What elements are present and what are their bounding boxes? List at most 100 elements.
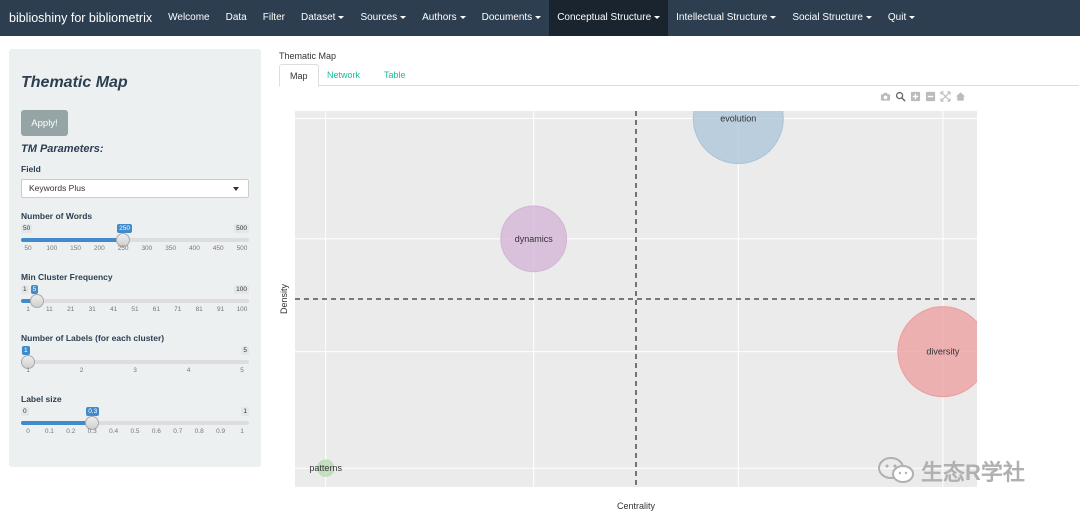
home-icon[interactable] [955,91,966,102]
chevron-down-icon [233,187,239,191]
slider-tick-label: 50 [24,245,32,252]
slider-tick-label: 81 [195,306,203,313]
nav-item-label: Data [225,12,247,23]
slider-track[interactable] [21,299,249,303]
caret-down-icon [770,16,777,19]
nav-item-label: Authors [422,12,457,23]
range-slider[interactable]: 15112345 [21,345,249,381]
nav-item-label: Filter [262,12,285,23]
slider-tick-label: 450 [212,245,224,252]
slider-tick-label: 61 [152,306,161,313]
nav-item-social-structure[interactable]: Social Structure [784,0,880,36]
nav-item-label: Conceptual Structure [557,12,652,23]
slider-tick-label: 91 [216,306,225,313]
params-heading: TM Parameters: [21,143,104,155]
slider-tick-label: 0.6 [151,428,161,435]
slider-fill [21,421,93,425]
nav-item-sources[interactable]: Sources [352,0,414,36]
nav-item-quit[interactable]: Quit [880,0,923,36]
range-slider[interactable]: 0 1 0.3 0 0.1 0.2 0.3 0.4 0.5 0.6 0.7 0.8 0.9 1 [21,406,249,442]
caret-down-icon [909,16,916,19]
tab-network[interactable]: Network [317,64,370,86]
tab-map[interactable]: Map [279,64,319,87]
page-title: Thematic Map [279,51,337,61]
slider-value-label: 250 [117,224,132,233]
sidebar-panel: Thematic Map Apply! TM Parameters: Field… [9,49,261,467]
slider-tick-label: 100 [46,245,58,252]
field-select[interactable]: Keywords Plus [21,179,249,198]
slider-tick-label: 5 [240,367,244,374]
caret-down-icon [535,16,542,19]
slider-tick-label: 3 [133,367,137,374]
watermark-text: 生态R学社 [921,460,1025,485]
slider-max-label: 1 [241,407,249,416]
nav-item-label: Social Structure [792,12,863,23]
nav-item-authors[interactable]: Authors [414,0,473,36]
nav-item-dataset[interactable]: Dataset [293,0,352,36]
slider-tick-label: 1 [240,428,244,435]
slider-label: Number of Labels (for each cluster) [21,333,165,343]
slider-tick-label: 51 [131,306,139,313]
slider-tick-label: 250 [117,245,129,252]
y-axis-title: Density [279,283,289,314]
nav-item-welcome[interactable]: Welcome [160,0,218,36]
slider-tick-label: 4 [186,367,191,374]
bubble-label: evolution [720,114,756,124]
slider-max-label: 500 [234,224,249,233]
bubble-label: diversity [926,347,960,357]
tab-bar: Map Network Table [279,64,1079,87]
caret-down-icon [865,16,872,19]
slider-min-label: 0 [21,407,29,416]
slider-tick-label: 0.7 [173,428,183,435]
slider-track[interactable] [21,360,249,364]
slider-ticks: 50 100 150 200 250 300 350 400 450 500 [21,245,249,255]
slider-tick-label: 150 [70,245,81,252]
slider-tick-label: 300 [141,245,153,252]
autoscale-icon[interactable] [940,90,951,102]
zoom-out-icon[interactable] [925,91,936,102]
nav-item-label: Intellectual Structure [676,12,768,23]
zoom-icon[interactable] [895,91,906,102]
caret-down-icon [459,16,466,19]
slider-label: Number of Words [21,211,93,221]
range-slider[interactable]: 50 500 250 50 100 150 200 250 300 350 400 450 500 [21,223,249,259]
slider-tick-label: 0.5 [130,428,140,435]
slider-tick-label: 31 [88,306,96,313]
caret-down-icon [654,16,661,19]
caret-down-icon [338,16,345,19]
slider-tick-label: 350 [165,245,177,252]
nav-item-conceptual-structure[interactable]: Conceptual Structure [549,0,669,36]
slider-tick-label: 0 [26,428,30,435]
slider-tick-label: 0.3 [87,428,97,435]
nav-item-label: Documents [481,12,533,23]
nav-item-intellectual-structure[interactable]: Intellectual Structure [668,0,784,36]
top-navbar: biblioshiny for bibliometrix Welcome Data… [0,0,1080,36]
slider-min-label: 1 [21,285,29,294]
nav-item-data[interactable]: Data [218,0,255,36]
field-label: Field [21,164,41,174]
zoom-in-icon[interactable] [910,91,921,102]
nav-item-documents[interactable]: Documents [474,0,550,36]
slider-tick-label: 41 [109,306,118,313]
slider-tick-label: 2 [79,367,84,374]
slider-tick-label: 0.8 [194,428,204,435]
slider-label: Min Cluster Frequency [21,272,113,282]
apply-button[interactable]: Apply! [21,110,68,136]
tab-table[interactable]: Table [374,64,416,86]
slider-ticks: 1 2 3 4 5 [21,367,249,377]
slider-value-label: 5 [30,285,39,294]
nav-item-label: Welcome [168,12,210,23]
camera-icon[interactable] [880,91,891,102]
app-brand[interactable]: biblioshiny for bibliometrix [0,0,160,36]
slider-tick-label: 0.1 [44,428,54,435]
slider-tick-label: 1 [26,367,30,374]
nav-item-filter[interactable]: Filter [255,0,293,36]
bubble-label: patterns [309,463,342,473]
range-slider[interactable]: 1 100 5 1 11 21 31 41 51 61 71 81 91 100 [21,284,249,320]
slider-tick-label: 1 [26,306,30,313]
slider-tick-label: 0.2 [66,428,76,435]
caret-down-icon [400,16,407,19]
slider-value-label: 1 [22,346,30,355]
slider-max-label: 5 [241,346,249,355]
slider-tick-label: 500 [236,245,248,252]
